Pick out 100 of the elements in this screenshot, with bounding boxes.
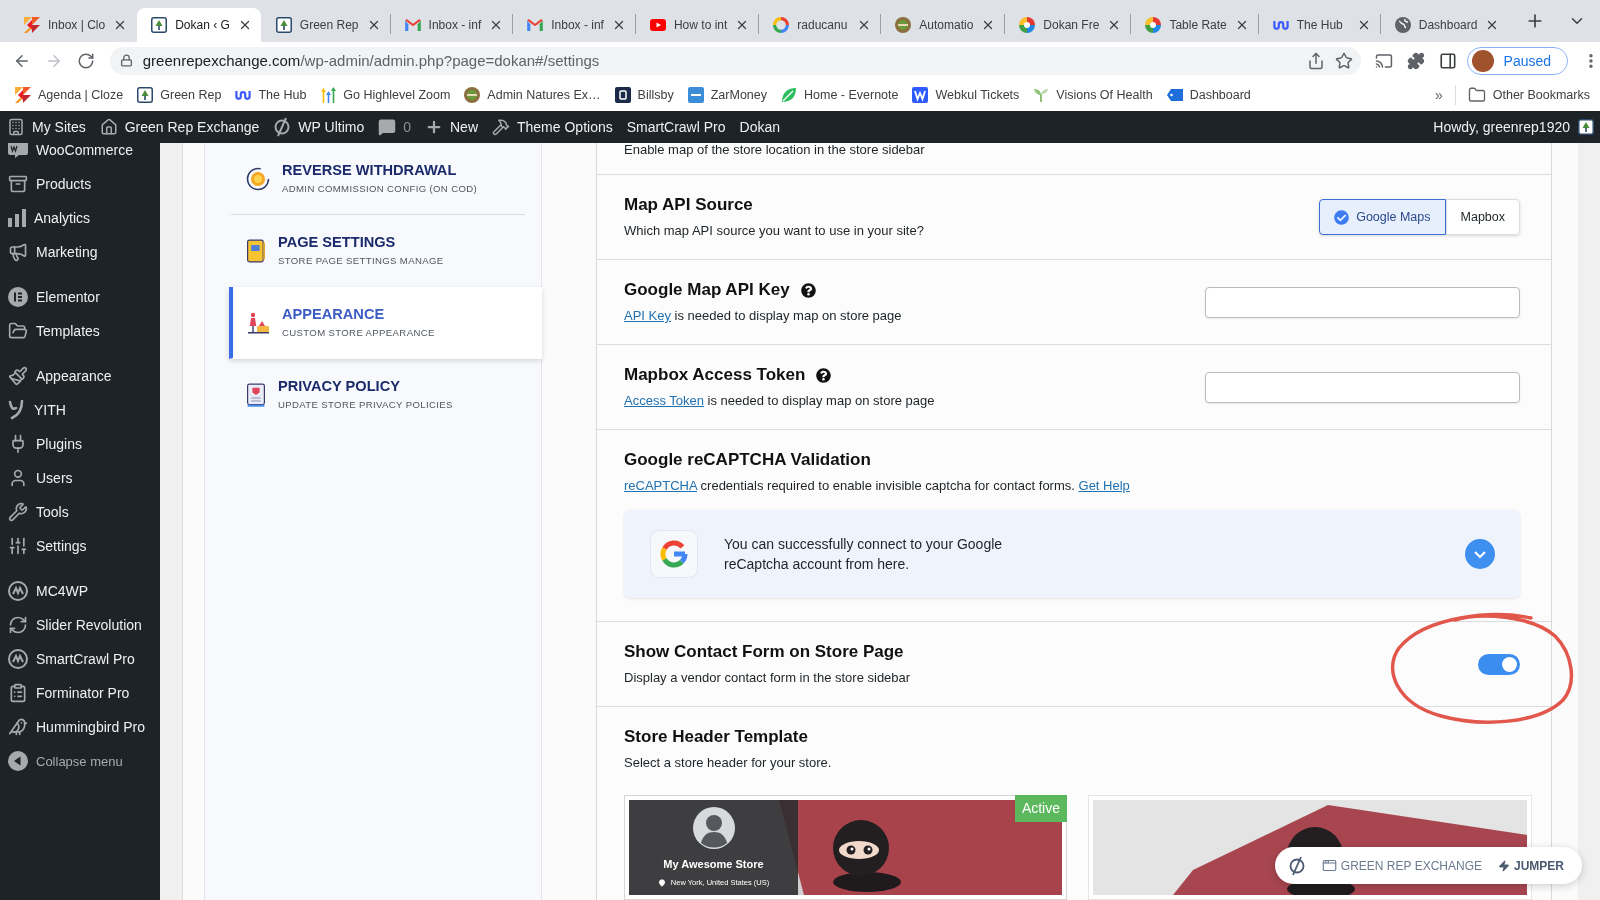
menu-item[interactable]: Slider Revolution <box>0 608 160 642</box>
bar-chart-icon <box>8 209 26 227</box>
bookmark-link[interactable]: ZarMoney <box>687 87 767 103</box>
tree-logo-icon <box>137 87 154 103</box>
browser-tab[interactable]: Dashboard <box>1380 8 1509 42</box>
input-field[interactable] <box>1205 371 1520 403</box>
admin-bar-link[interactable]: WP Ultimo <box>266 111 372 143</box>
tree-logo-icon <box>275 17 292 33</box>
bookmark-link[interactable]: Webkul Tickets <box>912 87 1020 103</box>
menu-item[interactable]: SmartCrawl Pro <box>0 642 160 676</box>
pinwheel-icon <box>1145 17 1162 33</box>
bookmark-link[interactable]: Go Highlevel Zoom <box>320 87 451 103</box>
settings-nav-item[interactable]: PAGE SETTINGS STORE PAGE SETTINGS MANAGE <box>229 215 525 287</box>
menu-item[interactable]: Elementor <box>0 280 160 314</box>
menu-item[interactable]: MC4WP <box>0 574 160 608</box>
settings-nav-item[interactable]: APPEARANCE CUSTOM STORE APPEARANCE <box>229 287 542 359</box>
bookmark-link[interactable]: Agenda | Cloze <box>15 87 124 103</box>
avatar-icon <box>692 807 735 849</box>
bookmark-link[interactable]: Billsby <box>614 87 674 103</box>
bookmark-link[interactable]: The Hub <box>235 88 307 102</box>
more-bookmarks-button[interactable]: » <box>1434 87 1443 103</box>
menu-item[interactable]: Templates <box>0 314 160 348</box>
jumper-link[interactable]: JUMPER <box>1498 858 1564 873</box>
wave-icon <box>235 89 252 101</box>
browser-tab[interactable]: Inbox - inf <box>513 8 635 42</box>
slashed-circle-icon[interactable] <box>1287 855 1306 876</box>
folder-icon <box>1467 86 1486 104</box>
window-icon <box>1321 858 1337 873</box>
stacked-squares-icon <box>24 17 40 33</box>
help-icon[interactable] <box>800 282 816 298</box>
menu-item[interactable]: Marketing <box>0 235 160 269</box>
browser-tab[interactable]: Dokan Fre <box>1005 8 1131 42</box>
menu-item[interactable]: Appearance <box>0 359 160 393</box>
collapse-icon <box>8 751 28 771</box>
section-title: Show Contact Form on Store Page <box>624 641 904 663</box>
admin-bar-link[interactable]: SmartCrawl Pro <box>619 111 733 143</box>
menu-item[interactable]: Hummingbird Pro <box>0 710 160 744</box>
settings-nav-item[interactable]: REVERSE WITHDRAWAL ADMIN COMMISSION CONFIG (ON COD) <box>229 143 525 215</box>
pinwheel-icon <box>1019 17 1036 33</box>
tree-logo-icon <box>1578 119 1594 135</box>
link[interactable]: reCAPTCHA <box>624 478 697 493</box>
admin-bar-link[interactable]: 0 <box>371 111 418 143</box>
cast-icon[interactable] <box>1374 51 1393 70</box>
admin-bar-link[interactable]: Theme Options <box>485 111 620 143</box>
bookmark-link[interactable]: Dashboard <box>1166 88 1251 102</box>
site-link[interactable]: GREEN REP EXCHANGE <box>1321 858 1482 873</box>
map-pin-icon <box>657 878 666 887</box>
bookmark-folder[interactable]: Other Bookmarks <box>1467 86 1590 104</box>
map-source-option[interactable]: Google Maps <box>1319 199 1446 235</box>
menu-item[interactable]: WooCommerce <box>0 143 160 167</box>
bookmark-link[interactable]: Home - Evernote <box>781 87 899 103</box>
admin-bar-link[interactable]: Dokan <box>732 111 787 143</box>
browser-tab[interactable]: Inbox | Clo <box>10 8 137 42</box>
bookmark-link[interactable]: Green Rep <box>137 87 222 103</box>
menu-item[interactable]: Users <box>0 461 160 495</box>
building-icon <box>7 118 25 136</box>
admin-bar-link[interactable]: My Sites <box>0 111 93 143</box>
menu-item[interactable]: Plugins <box>0 427 160 461</box>
bookmark-link[interactable]: Admin Natures Ex… <box>464 87 601 103</box>
star-icon[interactable] <box>1334 51 1353 70</box>
browser-tab[interactable]: Table Rate <box>1131 8 1258 42</box>
menu-item[interactable]: Settings <box>0 529 160 563</box>
address-bar[interactable]: greenrepexchange.com/wp-admin/admin.php?page=dokan#/settings <box>109 46 1361 75</box>
menu-item[interactable]: Tools <box>0 495 160 529</box>
collapse-menu-button[interactable]: Collapse menu <box>0 744 160 778</box>
browser-tab[interactable]: Dokan ‹ G <box>137 8 261 42</box>
menu-item[interactable]: Analytics <box>0 201 160 235</box>
link[interactable]: Access Token <box>624 393 704 408</box>
account-menu[interactable]: Howdy, greenrep1920 <box>1433 119 1594 135</box>
reload-icon[interactable] <box>76 51 95 70</box>
menu-item[interactable]: Products <box>0 167 160 201</box>
link[interactable]: API Key <box>624 308 671 323</box>
browser-tab[interactable]: Green Rep <box>261 8 390 42</box>
url-text: greenrepexchange.com/wp-admin/admin.php?page=dokan#/settings <box>142 52 601 69</box>
zigzag-tile-icon <box>912 87 929 103</box>
menu-item[interactable]: YITH <box>0 393 160 427</box>
section-description: API Key is needed to display map on store page <box>624 307 902 325</box>
toggle-switch[interactable] <box>1478 653 1520 675</box>
menu-item[interactable]: Forminator Pro <box>0 676 160 710</box>
browser-tab[interactable]: Automatio <box>881 8 1005 42</box>
browser-tab[interactable]: The Hub <box>1258 8 1380 42</box>
booklet-icon <box>246 238 266 263</box>
admin-bar-link[interactable]: New <box>418 111 485 143</box>
side-panel-icon[interactable] <box>1438 51 1457 70</box>
browser-tab[interactable]: raducanu <box>759 8 881 42</box>
bookmark-link[interactable]: Visions Of Health <box>1033 88 1153 102</box>
input-field[interactable] <box>1205 286 1520 318</box>
lightning-icon <box>1498 859 1510 872</box>
share-icon[interactable] <box>1306 51 1325 70</box>
wave-icon <box>1272 19 1289 31</box>
admin-bar-link[interactable]: Green Rep Exchange <box>92 111 267 143</box>
coin-icon <box>246 166 270 191</box>
browser-tab[interactable]: Inbox - inf <box>390 8 513 42</box>
profile-button[interactable]: Paused <box>1466 46 1569 75</box>
puzzle-icon[interactable] <box>1406 51 1425 70</box>
link[interactable]: Get Help <box>1078 478 1130 493</box>
browser-tab[interactable]: How to int <box>635 8 759 42</box>
map-source-option[interactable]: Mapbox <box>1445 199 1520 235</box>
settings-nav-item[interactable]: PRIVACY POLICY UPDATE STORE PRIVACY POLICIES <box>229 359 525 431</box>
help-icon[interactable] <box>816 367 832 383</box>
